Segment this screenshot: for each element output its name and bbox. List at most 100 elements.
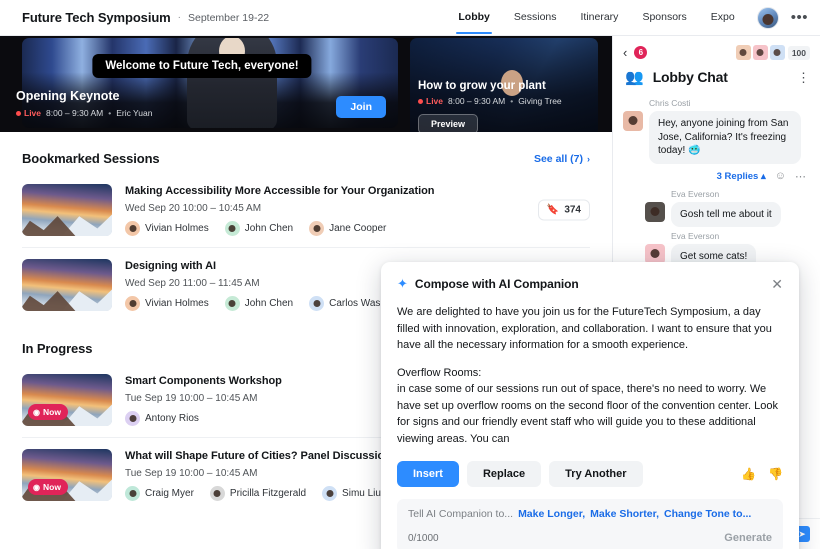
- thumbs-down-icon[interactable]: 👎: [768, 467, 783, 481]
- speaker-item: John Chen: [224, 295, 294, 311]
- speaker-item: Craig Myer: [125, 485, 194, 501]
- thread-author: Eva Everson: [671, 231, 720, 241]
- session-thumbnail: ◉ Now: [22, 449, 112, 501]
- participant-count: 100: [787, 45, 810, 60]
- unread-badge: 6: [634, 46, 648, 59]
- participant-facepile[interactable]: 100: [734, 45, 810, 60]
- title-separator: ·: [177, 12, 181, 23]
- speaker-item: Pricilla Fitzgerald: [209, 485, 306, 501]
- meta-separator: •: [510, 96, 514, 106]
- ai-dialog-header: ✦ Compose with AI Companion ✕: [397, 276, 783, 292]
- replies-label: 3 Replies: [716, 170, 759, 182]
- ai-dialog-title: Compose with AI Companion: [414, 277, 579, 291]
- speaker-item: Vivian Holmes: [125, 295, 209, 311]
- speaker-avatar: [309, 295, 325, 311]
- bookmarked-header: Bookmarked Sessions See all (7) ›: [22, 132, 590, 173]
- change-tone-chip[interactable]: Change Tone to...: [664, 508, 751, 520]
- app-header: Future Tech Symposium · September 19-22 …: [0, 0, 820, 36]
- main-stage[interactable]: Welcome to Future Tech, everyone! Openin…: [0, 36, 404, 132]
- nav-item-lobby[interactable]: Lobby: [446, 2, 502, 34]
- close-icon[interactable]: ✕: [771, 277, 783, 291]
- live-caption: Welcome to Future Tech, everyone!: [92, 54, 312, 78]
- join-button[interactable]: Join: [336, 96, 386, 118]
- secondary-stage[interactable]: How to grow your plant Live 8:00 – 9:30 …: [404, 36, 612, 132]
- speaker-item: Simu Liu: [322, 485, 381, 501]
- emoji-reaction-icon[interactable]: ☺: [775, 170, 786, 182]
- ai-prompt-box[interactable]: Tell AI Companion to... Make Longer, Mak…: [397, 499, 783, 549]
- speaker-avatar: [125, 485, 140, 501]
- ai-prompt-input[interactable]: Tell AI Companion to...: [408, 508, 513, 520]
- message-more-icon[interactable]: ⋯: [795, 170, 806, 183]
- session-card[interactable]: Making Accessibility More Accessible for…: [22, 173, 590, 247]
- speaker-avatar: [125, 295, 140, 311]
- thumbs-up-icon[interactable]: 👍: [741, 467, 756, 481]
- ai-action-row: Insert Replace Try Another 👍 👎: [397, 461, 783, 487]
- secondary-stage-title: How to grow your plant: [418, 80, 546, 92]
- live-badge-secondary: Live: [418, 96, 443, 106]
- event-date: September 19-22: [187, 11, 270, 24]
- nav-item-expo[interactable]: Expo: [699, 2, 747, 33]
- bookmark-icon: 🔖: [546, 204, 560, 216]
- now-label: Now: [42, 407, 61, 417]
- bookmark-count: 374: [564, 204, 581, 216]
- main-stage-speaker: Eric Yuan: [116, 108, 153, 118]
- now-badge: ◉ Now: [28, 404, 68, 420]
- secondary-stage-subtitle: Live 8:00 – 9:30 AM • Giving Tree: [418, 96, 562, 106]
- thread-avatar: [645, 244, 665, 264]
- live-dot-icon: [418, 98, 423, 104]
- chat-options-icon[interactable]: ⋮: [797, 71, 810, 84]
- speaker-item: Antony Rios: [125, 410, 199, 426]
- session-info: Making Accessibility More Accessible for…: [125, 185, 590, 236]
- avatar[interactable]: [756, 6, 779, 29]
- now-label: Now: [42, 482, 61, 492]
- speaker-figure: [187, 38, 278, 128]
- ai-sparkle-icon: ✦: [397, 276, 408, 291]
- speaker-avatar: [224, 295, 240, 311]
- make-shorter-chip[interactable]: Make Shorter,: [590, 508, 659, 520]
- chevron-right-icon: ›: [587, 153, 590, 164]
- speaker-avatar: [224, 220, 240, 236]
- speaker-name: Simu Liu: [342, 487, 381, 499]
- nav-item-sessions[interactable]: Sessions: [502, 2, 569, 33]
- event-title: Future Tech Symposium: [22, 10, 171, 25]
- thread-author: Eva Everson: [671, 188, 720, 199]
- replace-button[interactable]: Replace: [466, 461, 542, 487]
- broadcast-icon: ◉: [33, 482, 40, 492]
- preview-button[interactable]: Preview: [418, 114, 479, 132]
- try-another-button[interactable]: Try Another: [549, 461, 643, 487]
- speaker-avatar: [209, 485, 225, 501]
- replies-link[interactable]: 3 Replies ▴: [717, 171, 766, 182]
- speaker-avatar: [125, 410, 140, 426]
- more-options-icon[interactable]: •••: [791, 9, 808, 26]
- thread-message-text: Gosh tell me about it: [671, 201, 781, 227]
- see-all-link[interactable]: See all (7) ›: [534, 153, 590, 165]
- main-nav: Lobby Sessions Itinerary Sponsors Expo •…: [446, 2, 808, 34]
- live-label: Live: [24, 108, 42, 118]
- nav-item-sponsors[interactable]: Sponsors: [630, 2, 698, 33]
- secondary-stage-meta: How to grow your plant Live 8:00 – 9:30 …: [418, 80, 562, 106]
- meta-separator: •: [108, 108, 112, 118]
- now-badge: ◉ Now: [28, 479, 68, 495]
- make-longer-chip[interactable]: Make Longer,: [518, 508, 585, 520]
- generate-button[interactable]: Generate: [724, 532, 772, 544]
- chevron-left-icon[interactable]: ‹: [623, 45, 627, 60]
- speaker-name: Vivian Holmes: [145, 222, 209, 234]
- insert-button[interactable]: Insert: [397, 461, 459, 487]
- message-text: Hey, anyone joining from San Jose, Calif…: [649, 111, 801, 164]
- speaker-item: Jane Cooper: [309, 220, 386, 236]
- speaker-name: Antony Rios: [145, 412, 199, 424]
- nav-item-itinerary[interactable]: Itinerary: [569, 2, 631, 33]
- chat-toolbar: ‹ 6 100: [613, 36, 820, 64]
- speaker-name: John Chen: [244, 297, 294, 309]
- ai-companion-dialog: ✦ Compose with AI Companion ✕ We are del…: [381, 262, 799, 549]
- speaker-item: John Chen: [224, 220, 293, 236]
- live-badge: Live: [16, 108, 41, 118]
- participant-avatar: [735, 45, 751, 60]
- hero-stage: Welcome to Future Tech, everyone! Openin…: [0, 36, 612, 132]
- speaker-name: Craig Myer: [145, 487, 194, 499]
- ai-generated-text: We are delighted to have you join us for…: [397, 304, 783, 447]
- participant-avatar: [769, 45, 785, 60]
- message-author: Chris Costi: [649, 98, 691, 108]
- live-dot-icon: [16, 110, 21, 116]
- prompt-footer: 0/1000 Generate: [408, 532, 772, 544]
